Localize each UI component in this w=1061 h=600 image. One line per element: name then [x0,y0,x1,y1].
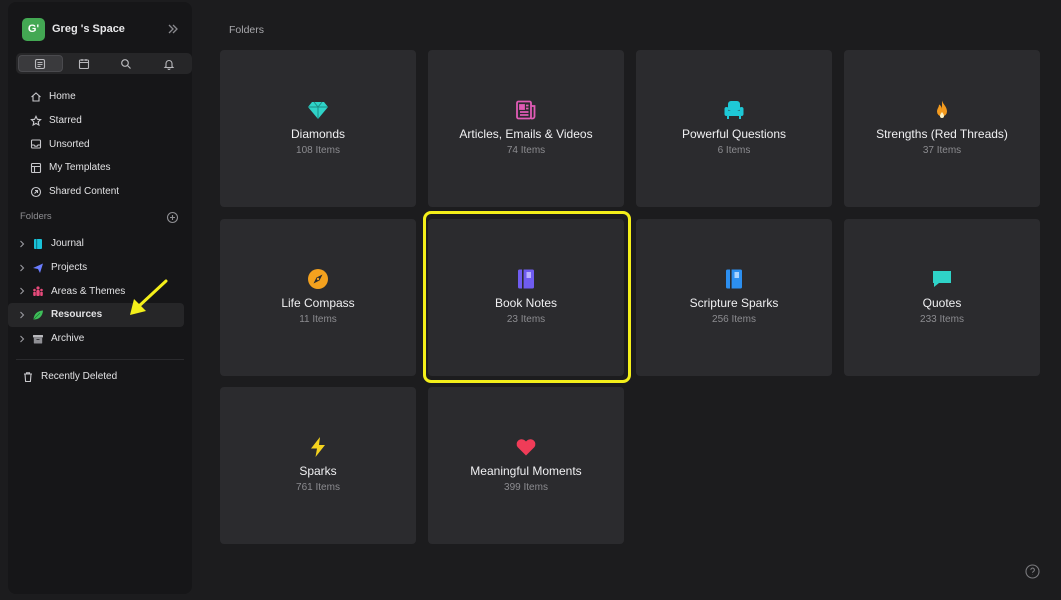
folder-card-title: Articles, Emails & Videos [459,127,593,141]
folder-card-title: Meaningful Moments [470,464,582,478]
folder-item-projects[interactable]: Projects [8,256,184,280]
nav-item-label: Shared Content [49,186,120,198]
notes-icon [35,58,46,69]
nav-item-home[interactable]: Home [16,85,192,109]
folder-card-title: Strengths (Red Threads) [876,127,1008,141]
chevron-right-icon[interactable] [18,335,26,343]
chevron-right-icon[interactable] [18,240,26,248]
people-icon [33,286,43,297]
journal-icon [34,238,42,249]
chevron-right-icon[interactable] [18,287,26,295]
annotation-highlight-box [423,211,631,383]
template-icon [30,162,42,173]
star-icon [30,114,42,126]
home-icon [31,92,41,102]
leaf-icon [33,310,43,320]
trash-icon [24,372,32,382]
nav-item-label: Starred [49,115,82,127]
sidebar: G' Greg 's Space Home Starred Unsorted M… [8,2,192,594]
folder-item-archive[interactable]: Archive [8,327,184,351]
diamond-icon [308,101,328,119]
main-nav: Home Starred Unsorted My Templates Share… [16,85,192,203]
folder-card-diamonds[interactable]: Diamonds 108 Items [220,50,416,207]
folder-card-articles[interactable]: Articles, Emails & Videos 74 Items [428,50,624,207]
folder-card-count: 37 Items [922,145,962,156]
space-avatar: G' [22,17,45,41]
chevron-right-icon[interactable] [18,264,26,272]
folder-card-count: 108 Items [296,145,340,156]
folder-card-title: Quotes [922,296,962,310]
nav-item-my-templates[interactable]: My Templates [16,156,192,180]
folder-item-label: Archive [51,333,85,345]
chevron-right-icon[interactable] [18,311,26,319]
folder-item-journal[interactable]: Journal [8,232,184,256]
annotation-arrow [130,279,168,315]
nav-item-starred[interactable]: Starred [16,109,192,133]
folder-card-meaningful-moments[interactable]: Meaningful Moments 399 Items [428,387,624,544]
folder-card-title: Life Compass [281,296,355,310]
collapse-sidebar-icon[interactable] [166,22,180,36]
folder-card-scripture-sparks[interactable]: Scripture Sparks 256 Items [636,219,832,376]
tab-calendar[interactable] [63,55,106,72]
lightning-icon [311,437,325,457]
folder-card-title: Powerful Questions [681,127,787,141]
tab-notes[interactable] [18,55,63,72]
flame-icon [937,100,947,118]
bible-icon [726,269,742,289]
folder-card-strengths[interactable]: Strengths (Red Threads) 37 Items [844,50,1040,207]
folder-card-powerful-questions[interactable]: Powerful Questions 6 Items [636,50,832,207]
folder-card-count: 11 Items [299,314,337,325]
search-icon [121,58,132,69]
space-switcher[interactable]: G' Greg 's Space [22,16,180,42]
tab-search[interactable] [105,55,148,72]
recently-deleted-section: Recently Deleted [8,365,184,389]
nav-item-label: Home [49,91,76,103]
page-title: Folders [229,24,265,36]
folder-card-count: 233 Items [920,314,964,325]
compass-icon [308,269,328,289]
send-icon [33,263,43,273]
nav-item-label: My Templates [49,162,111,174]
help-icon[interactable] [1025,564,1040,579]
nav-item-shared-content[interactable]: Shared Content [16,180,192,204]
nav-item-recently-deleted[interactable]: Recently Deleted [8,365,184,389]
folder-card-title: Diamonds [290,127,346,141]
armchair-icon [724,101,744,119]
add-folder-icon[interactable] [166,211,179,224]
folder-card-count: 399 Items [504,482,548,493]
folder-card-title: Scripture Sparks [689,296,779,310]
bell-icon [163,59,175,70]
folder-card-count: 761 Items [296,482,340,493]
folder-card-quotes[interactable]: Quotes 233 Items [844,219,1040,376]
heart-icon [516,439,536,456]
archive-icon [33,334,43,344]
view-tabs [16,53,192,74]
space-name: Greg 's Space [52,23,125,35]
folders-section-label: Folders [20,211,52,222]
sidebar-divider [16,359,184,360]
calendar-icon [78,58,89,69]
folder-item-label: Areas & Themes [51,285,126,297]
folder-item-label: Projects [51,262,88,274]
share-icon [30,186,42,197]
newspaper-icon [516,100,536,120]
folder-card-count: 6 Items [717,145,751,156]
inbox-icon [30,139,42,149]
nav-item-label: Unsorted [49,138,90,150]
nav-item-label: Recently Deleted [41,371,118,383]
chat-bubble-icon [933,271,951,287]
tab-notifications[interactable] [148,55,191,72]
nav-item-unsorted[interactable]: Unsorted [16,132,192,156]
folder-item-label: Resources [51,309,103,321]
folder-item-label: Journal [51,238,84,250]
folder-card-sparks[interactable]: Sparks 761 Items [220,387,416,544]
folder-card-life-compass[interactable]: Life Compass 11 Items [220,219,416,376]
folder-card-count: 256 Items [712,314,756,325]
folder-card-title: Sparks [299,464,337,478]
folder-card-count: 74 Items [506,145,546,156]
